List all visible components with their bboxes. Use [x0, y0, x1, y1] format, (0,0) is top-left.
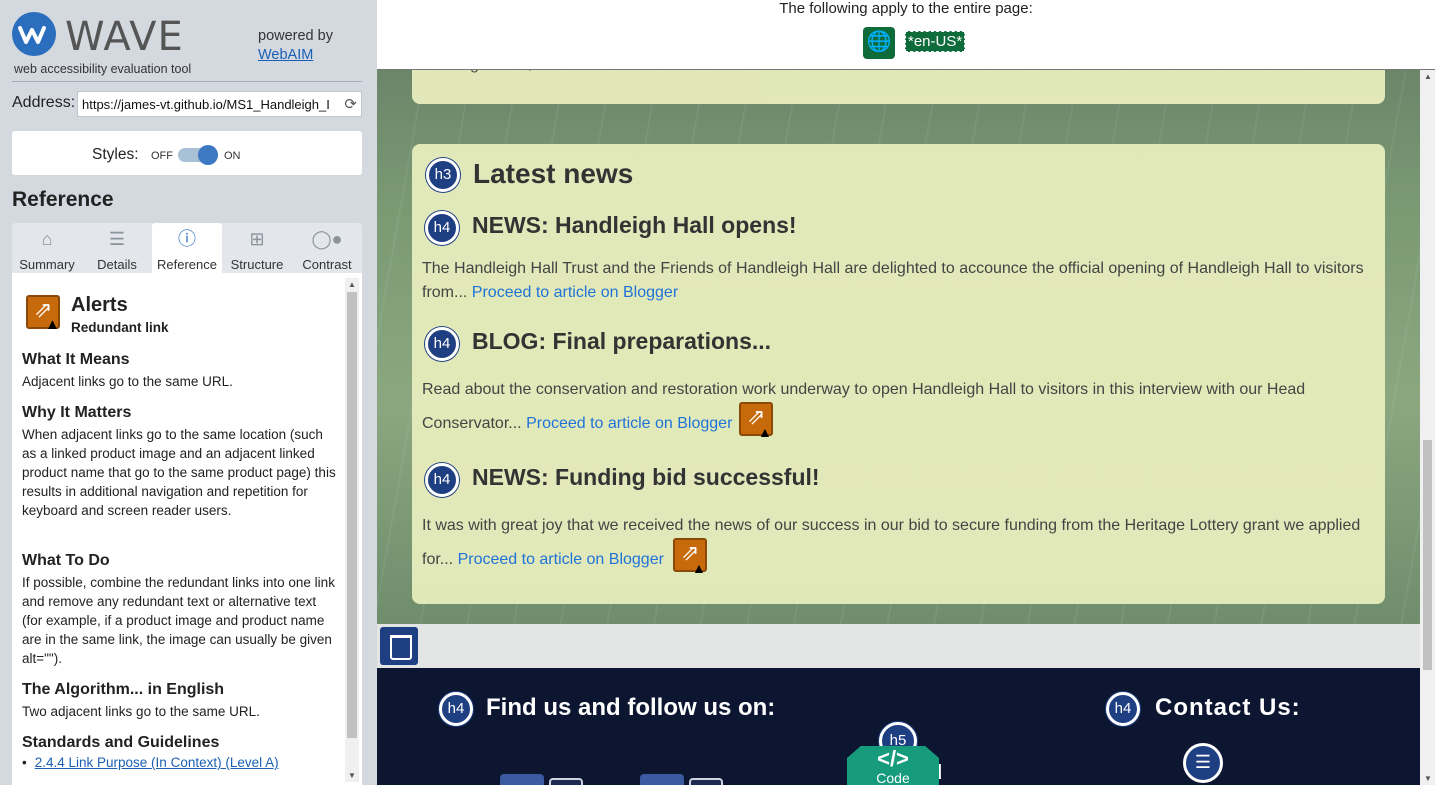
tab-contrast[interactable]: ◯● Contrast [292, 223, 362, 273]
warning-icon: ▲ [692, 560, 706, 576]
standards-link[interactable]: 2.4.4 Link Purpose (In Context) (Level A… [22, 755, 279, 770]
page-scrollbar[interactable]: ▲ ▼ [1420, 70, 1435, 785]
address-value: https://james-vt.github.io/MS1_Handleigh… [82, 97, 330, 112]
styles-toggle-panel: Styles: OFF ON [12, 131, 362, 175]
page-level-info-bar: The following apply to the entire page: … [377, 0, 1435, 70]
address-input[interactable]: https://james-vt.github.io/MS1_Handleigh… [77, 91, 362, 117]
heading-badge-h3: h3 [426, 158, 460, 192]
warning-icon: ▲ [758, 424, 772, 440]
tab-reference[interactable]: ⓘ Reference [152, 223, 222, 273]
heading-badge-h4: h4 [439, 692, 473, 726]
scroll-down-icon[interactable]: ▼ [348, 771, 356, 780]
language-globe-icon[interactable]: 🌐 [863, 27, 895, 59]
scroll-up-icon[interactable]: ▲ [348, 280, 356, 289]
what-it-means-title: What It Means [22, 351, 130, 368]
styles-toggle-knob[interactable] [198, 145, 218, 165]
tab-label: Structure [230, 257, 284, 272]
tab-structure[interactable]: ⊞ Structure [222, 223, 292, 273]
page-level-info-text: The following apply to the entire page: [779, 0, 1033, 17]
article-body: The Handleigh Hall Trust and the Friends… [422, 257, 1372, 305]
wave-tabs: ⌂ Summary ☰ Details ⓘ Reference ⊞ Struct… [12, 223, 362, 273]
styles-off-label: OFF [151, 150, 173, 162]
article-link[interactable]: Proceed to article on Blogger [458, 551, 664, 568]
twitter-icon[interactable] [640, 774, 684, 785]
wave-logo-text: WAVE [65, 14, 184, 60]
article-body: Read about the conservation and restorat… [422, 373, 1322, 441]
what-to-do-title: What To Do [22, 552, 110, 569]
reference-scrollbar[interactable]: ▲ ▼ [345, 278, 359, 782]
tab-label: Details [97, 257, 137, 272]
reload-icon[interactable]: ⟳ [341, 95, 357, 113]
reference-item: Redundant link [71, 320, 169, 335]
contact-heading: Contact Us: [1155, 694, 1301, 721]
contrast-icon: ◯● [311, 229, 343, 249]
facebook-icon[interactable] [500, 774, 544, 785]
list-icon: ☰ [108, 229, 126, 249]
tab-label: Contrast [302, 257, 352, 272]
styles-label: Styles: [92, 146, 139, 163]
powered-by-label: powered by [258, 28, 333, 44]
what-to-do-text: If possible, combine the redundant links… [22, 575, 335, 666]
heading-badge-h4: h4 [425, 327, 459, 361]
algorithm-text: Two adjacent links go to the same URL. [22, 704, 260, 719]
scroll-thumb[interactable] [1423, 440, 1432, 670]
info-icon: ⓘ [178, 229, 196, 249]
html5-structure-icon[interactable] [380, 627, 418, 665]
reference-category: Alerts [71, 294, 128, 316]
article-link[interactable]: Proceed to article on Blogger [472, 284, 678, 301]
why-it-matters-title: Why It Matters [22, 404, 132, 421]
code-toggle-button[interactable]: </> Code [847, 746, 939, 785]
section-divider-band [377, 624, 1420, 668]
webaim-link[interactable]: WebAIM [258, 46, 333, 65]
heading-badge-h4: h4 [425, 211, 459, 245]
link-badge-icon [689, 778, 723, 785]
wave-sidebar: WAVE web accessibility evaluation tool p… [0, 0, 377, 785]
warning-icon: ▲ [45, 316, 60, 333]
article-title: NEWS: Funding bid successful! [472, 464, 820, 490]
page-view: estate grounds, and a fabulous cafe. h3 … [377, 0, 1435, 785]
heading-badge-h4: h4 [1106, 692, 1140, 726]
scroll-up-icon[interactable]: ▲ [1424, 72, 1432, 81]
panel-heading: Reference [12, 188, 114, 211]
article-title: NEWS: Handleigh Hall opens! [472, 212, 797, 238]
home-icon: ⌂ [41, 229, 53, 249]
what-it-means-text: Adjacent links go to the same URL. [22, 374, 233, 389]
heading-badge-h4: h4 [425, 463, 459, 497]
site-footer: h4 Find us and follow us on: h5 d h4 Con… [377, 668, 1420, 785]
article-title: BLOG: Final preparations... [472, 328, 772, 354]
tab-label: Summary [19, 257, 75, 272]
list-icon[interactable]: ☰ [1183, 743, 1223, 783]
why-it-matters-text: When adjacent links go to the same locat… [22, 427, 336, 518]
reference-content: ▲ Alerts Redundant link What It Means Ad… [12, 273, 362, 785]
standards-title: Standards and Guidelines [22, 734, 220, 751]
language-tag: *en-US* [905, 31, 966, 52]
tab-label: Reference [157, 257, 217, 272]
tab-details[interactable]: ☰ Details [82, 223, 152, 273]
divider [12, 81, 362, 82]
code-label: Code [876, 770, 910, 785]
find-us-heading: Find us and follow us on: [486, 694, 776, 721]
algorithm-title: The Algorithm... in English [22, 681, 225, 698]
scroll-down-icon[interactable]: ▼ [1424, 774, 1432, 783]
powered-by: powered by WebAIM [258, 27, 333, 65]
wave-tagline: web accessibility evaluation tool [14, 62, 192, 76]
address-label: Address: [12, 94, 76, 111]
wave-logo-icon [12, 12, 56, 56]
tab-summary[interactable]: ⌂ Summary [12, 223, 82, 273]
article-body: It was with great joy that we received t… [422, 509, 1372, 577]
code-icon: </> [877, 746, 909, 771]
article-link[interactable]: Proceed to article on Blogger [526, 415, 732, 432]
link-badge-icon [549, 778, 583, 785]
latest-news-heading: Latest news [473, 158, 634, 189]
scroll-thumb[interactable] [347, 292, 357, 738]
styles-on-label: ON [224, 150, 241, 162]
wave-logo[interactable]: WAVE web accessibility evaluation tool [12, 12, 212, 80]
structure-icon: ⊞ [249, 229, 265, 249]
